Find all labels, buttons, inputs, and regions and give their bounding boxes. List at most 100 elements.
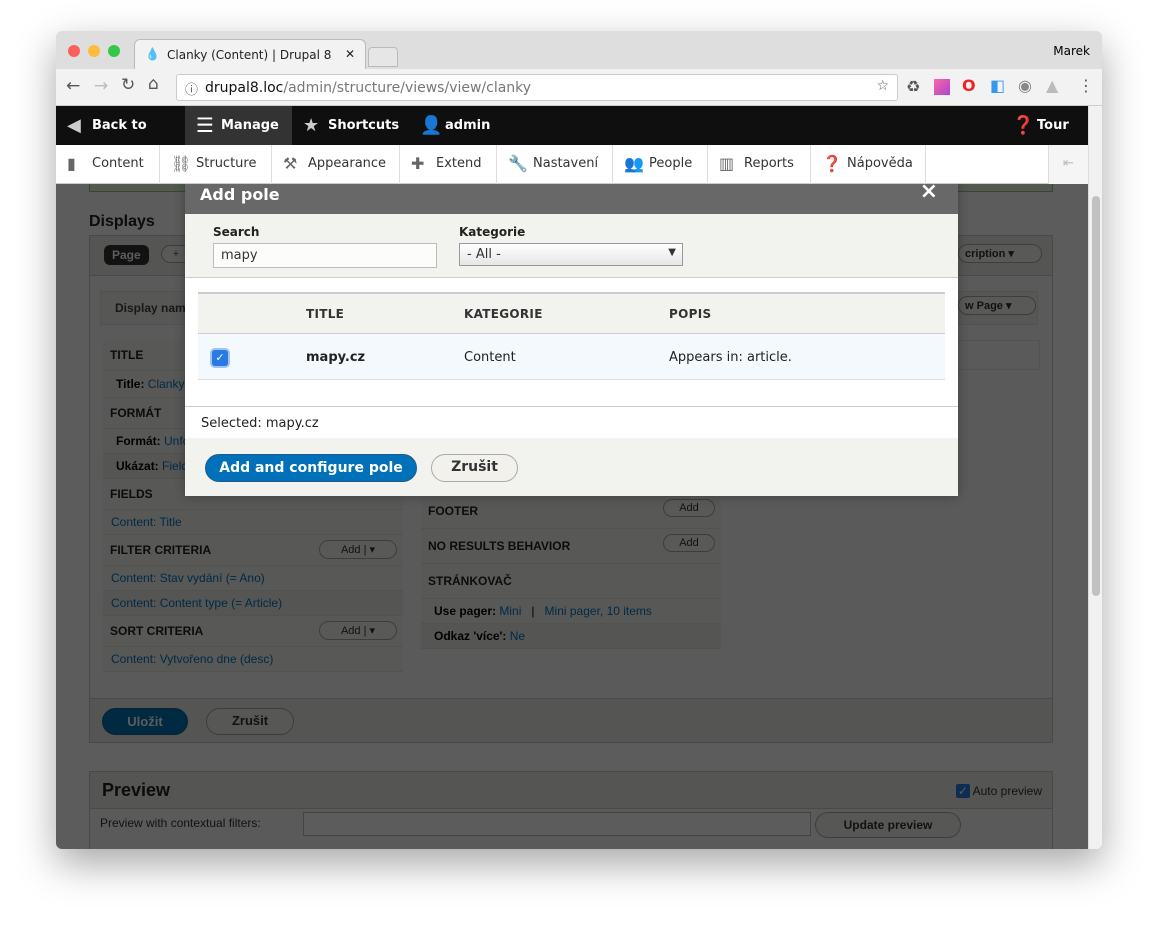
url-path: /admin/structure/views/view/clanky [283, 80, 532, 96]
display-tab-page[interactable]: Page [104, 245, 149, 265]
cancel-button[interactable]: Zrušit [206, 708, 294, 735]
collapse-tray-icon[interactable]: ⇤ [1048, 145, 1088, 184]
tray-item-people[interactable]: 👥 People [613, 145, 708, 184]
field-link[interactable]: Content: Title [111, 515, 182, 529]
table-row[interactable]: ✓ mapy.cz Content Appears in: article. [198, 334, 945, 380]
table-header: TITLE KATEGORIE POPIS [198, 292, 945, 334]
tray-item-configuration[interactable]: 🔧 Nastavení [497, 145, 613, 184]
tray-label: Structure [196, 156, 257, 171]
sort-add-button[interactable]: Add | ▾ [319, 621, 397, 640]
save-button[interactable]: Uložit [102, 708, 188, 735]
tag-extension-icon[interactable]: ◧ [990, 76, 1005, 95]
pager-settings-link[interactable]: Mini pager, 10 items [545, 604, 652, 618]
no-results-add-button[interactable]: Add [663, 534, 715, 552]
shortcuts-tab[interactable]: ★ Shortcuts [292, 106, 404, 145]
browser-tab[interactable]: 💧 Clanky (Content) | Drupal 8 ✕ [134, 39, 366, 69]
tray-label: People [649, 156, 693, 171]
tray-item-structure[interactable]: ⛓ Structure [160, 145, 272, 184]
manage-tab[interactable]: ☰ Manage [185, 106, 292, 145]
tray-item-content[interactable]: ▮ Content [56, 145, 160, 184]
filter-pane: Search mapy Kategorie - All - ▼ [185, 214, 958, 278]
menu-icon[interactable]: ⋮ [1078, 76, 1094, 95]
close-tab-icon[interactable]: ✕ [345, 47, 355, 61]
wrench-icon: 🔧 [508, 154, 528, 173]
filter-link[interactable]: Content: Content type (= Article) [111, 596, 282, 610]
tray-item-help[interactable]: ❓ Nápověda [811, 145, 926, 184]
minimize-window-button[interactable] [88, 45, 100, 57]
reload-icon[interactable]: ↻ [121, 75, 135, 95]
star-icon: ★ [303, 115, 320, 136]
new-tab-button[interactable] [368, 47, 398, 67]
update-preview-button[interactable]: Update preview [815, 812, 961, 838]
drive-extension-icon[interactable]: ▲ [1046, 76, 1058, 95]
profile-name[interactable]: Marek [1053, 44, 1090, 58]
chevron-down-icon: ▼ [668, 247, 676, 258]
tray-item-reports[interactable]: ▥ Reports [708, 145, 811, 184]
row-checkbox[interactable]: ✓ [212, 350, 228, 366]
view-page-button[interactable]: w Page ▾ [958, 296, 1036, 315]
structure-icon: ⛓ [171, 154, 192, 173]
row-category: Content [464, 350, 516, 365]
filter-link[interactable]: Content: Stav vydání (= Ano) [111, 571, 265, 585]
title-label: Title: [116, 377, 145, 391]
admin-tray: ▮ Content ⛓ Structure ⚒ Appearance ✚ Extend … [56, 145, 1088, 184]
dialog-cancel-button[interactable]: Zrušit [431, 454, 518, 482]
admin-toolbar: ◀Back to site ☰Manage ★Shortcuts 👤admin … [56, 106, 1088, 172]
puzzle-icon: ✚ [411, 154, 425, 173]
edit-view-description-button[interactable]: cription ▾ [958, 244, 1042, 263]
footer-add-button[interactable]: Add [663, 499, 715, 517]
color-extension-icon[interactable] [934, 79, 950, 95]
scrollbar-thumb[interactable] [1092, 196, 1100, 596]
format-label: Formát: [116, 434, 161, 448]
row-description: Appears in: article. [669, 350, 792, 365]
tray-label: Extend [436, 156, 482, 171]
tab-title: Clanky (Content) | Drupal 8 [167, 48, 332, 62]
pager-link[interactable]: Mini [499, 604, 521, 618]
tray-item-appearance[interactable]: ⚒ Appearance [272, 145, 400, 184]
tray-item-extend[interactable]: ✚ Extend [400, 145, 497, 184]
opera-extension-icon[interactable]: O [962, 76, 976, 95]
add-label: Add [340, 625, 361, 637]
home-icon[interactable]: ⌂ [148, 74, 159, 94]
auto-preview-checkbox[interactable]: ✓ Auto preview [955, 784, 1042, 798]
back-to-site-link[interactable]: ◀Back to site [56, 106, 176, 172]
preview-panel: Preview ✓ Auto preview Preview with cont… [89, 771, 1053, 849]
category-select[interactable]: - All - ▼ [459, 243, 683, 266]
pager-section-heading: STRÁNKOVAČ [428, 574, 512, 588]
chevron-left-circle-icon: ◀ [67, 115, 81, 136]
forward-icon[interactable]: → [94, 76, 108, 96]
edit-description-label: cription [965, 248, 1006, 260]
title-link[interactable]: Clanky [148, 377, 185, 391]
more-link-value[interactable]: Ne [510, 629, 525, 643]
search-input[interactable]: mapy [213, 243, 437, 268]
view-page-label: w Page [965, 300, 1003, 312]
tour-button[interactable]: ❓ Tour [1001, 106, 1081, 145]
people-icon: 👥 [624, 154, 644, 173]
checkbox-checked-icon: ✓ [955, 784, 970, 798]
title-bar: 💧 Clanky (Content) | Drupal 8 ✕ Marek [56, 31, 1102, 69]
help-icon: ❓ [822, 154, 842, 173]
add-and-configure-button[interactable]: Add and configure pole [205, 454, 417, 482]
add-label: Add [340, 544, 361, 556]
category-value: - All - [467, 247, 501, 262]
url-field[interactable]: ⓘ drupal8.loc/admin/structure/views/view… [176, 74, 898, 101]
back-icon[interactable]: ← [66, 76, 80, 96]
pager-label: Use pager: [434, 604, 497, 618]
user-tab[interactable]: 👤 admin [409, 106, 499, 145]
paintbrush-icon: ⚒ [283, 154, 298, 173]
show-label: Ukázat: [116, 459, 159, 473]
close-dialog-icon[interactable]: × [920, 181, 938, 203]
selected-summary: Selected: mapy.cz [201, 416, 319, 431]
close-window-button[interactable] [68, 45, 80, 57]
bookmark-star-icon[interactable]: ☆ [876, 78, 889, 94]
recycle-extension-icon[interactable]: ♻ [906, 77, 920, 96]
contextual-filters-input[interactable] [303, 812, 811, 836]
camera-extension-icon[interactable]: ◉ [1018, 76, 1032, 95]
tray-label: Nastavení [533, 156, 599, 171]
sort-link[interactable]: Content: Vytvořeno dne (desc) [111, 652, 273, 666]
displays-heading: Displays [89, 213, 155, 230]
preview-heading: Preview [102, 780, 171, 800]
maximize-window-button[interactable] [108, 45, 120, 57]
filter-add-button[interactable]: Add | ▾ [319, 540, 397, 559]
scrollbar[interactable] [1088, 106, 1102, 849]
